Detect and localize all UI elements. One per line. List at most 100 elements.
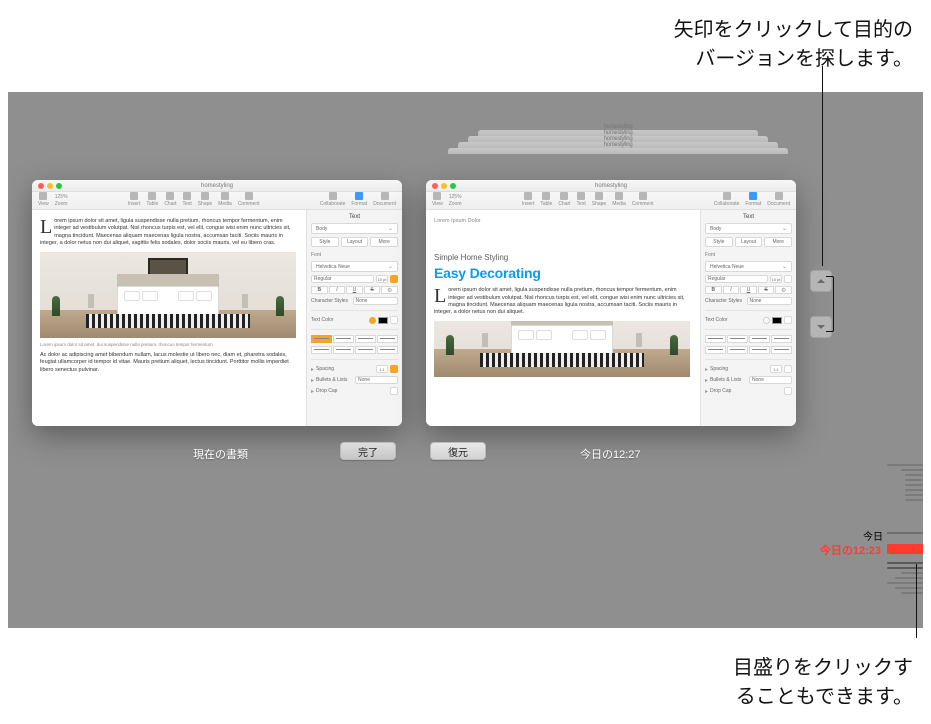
inspector-tab[interactable]: Text <box>311 214 398 220</box>
close-icon[interactable] <box>432 183 438 189</box>
inspector-tab[interactable]: Text <box>705 214 792 220</box>
underline-button[interactable]: U <box>740 286 757 294</box>
toolbar-format-button[interactable]: Format <box>745 192 761 207</box>
seg-more[interactable]: More <box>370 237 398 247</box>
align-left-button[interactable] <box>311 335 332 343</box>
seg-more[interactable]: More <box>764 237 792 247</box>
align-justify-button[interactable] <box>377 335 398 343</box>
align-right-button[interactable] <box>749 335 770 343</box>
align-middle-button[interactable] <box>377 346 398 354</box>
color-picker-button[interactable] <box>390 316 398 324</box>
toolbar-view-button[interactable]: View <box>38 192 49 207</box>
text-color-accent[interactable] <box>369 317 376 324</box>
style-options-button[interactable]: ⚙ <box>381 286 398 294</box>
strike-button[interactable]: S <box>758 286 775 294</box>
text-color-accent[interactable] <box>763 317 770 324</box>
indent-decrease-button[interactable] <box>311 346 332 354</box>
done-button[interactable]: 完了 <box>340 442 396 460</box>
spacing-field[interactable]: 1.1 <box>770 365 782 373</box>
toolbar-media-button[interactable]: Media <box>218 192 232 207</box>
seg-style[interactable]: Style <box>705 237 733 247</box>
toolbar-chart-button[interactable]: Chart <box>164 192 176 207</box>
seg-style[interactable]: Style <box>311 237 339 247</box>
close-icon[interactable] <box>38 183 44 189</box>
toolbar-insert-button[interactable]: Insert <box>128 192 141 207</box>
spacing-stepper[interactable] <box>784 365 792 373</box>
zoom-icon[interactable] <box>56 183 62 189</box>
timeline-tick[interactable] <box>901 572 923 574</box>
timeline-tick[interactable] <box>901 592 923 594</box>
timeline-tick[interactable] <box>887 532 923 534</box>
indent-increase-button[interactable] <box>333 346 354 354</box>
timeline-lower-ticks[interactable] <box>887 562 923 597</box>
strike-button[interactable]: S <box>364 286 381 294</box>
spacing-stepper[interactable] <box>390 365 398 373</box>
align-center-button[interactable] <box>333 335 354 343</box>
toolbar-text-button[interactable]: Text <box>577 192 586 207</box>
toolbar-chart-button[interactable]: Chart <box>558 192 570 207</box>
disclosure-icon[interactable]: ▸ <box>311 388 314 395</box>
italic-button[interactable]: I <box>329 286 346 294</box>
indent-increase-button[interactable] <box>727 346 748 354</box>
drop-cap-toggle[interactable] <box>390 387 398 395</box>
bullets-popup[interactable]: None <box>749 376 792 384</box>
restore-button[interactable]: 復元 <box>430 442 486 460</box>
timeline-tick[interactable] <box>895 577 923 579</box>
toolbar-table-button[interactable]: Table <box>540 192 552 207</box>
text-color-swatch[interactable] <box>378 317 388 324</box>
bullets-popup[interactable]: None <box>355 376 398 384</box>
toolbar-zoom-button[interactable]: 125%Zoom <box>55 194 68 207</box>
font-family-popup[interactable]: Helvetica Neue⌄ <box>705 261 792 272</box>
toolbar-table-button[interactable]: Table <box>146 192 158 207</box>
minimize-icon[interactable] <box>47 183 53 189</box>
font-size-field[interactable]: 10 pt <box>376 275 388 283</box>
toolbar-format-button[interactable]: Format <box>351 192 367 207</box>
toolbar-comment-button[interactable]: Comment <box>238 192 260 207</box>
align-top-button[interactable] <box>355 346 376 354</box>
window-controls[interactable] <box>432 183 456 189</box>
font-weight-popup[interactable]: Regular <box>311 275 374 283</box>
bold-button[interactable]: B <box>705 286 722 294</box>
align-right-button[interactable] <box>355 335 376 343</box>
disclosure-icon[interactable]: ▸ <box>311 366 314 373</box>
toolbar-comment-button[interactable]: Comment <box>632 192 654 207</box>
font-size-stepper[interactable] <box>784 275 792 283</box>
bold-button[interactable]: B <box>311 286 328 294</box>
italic-button[interactable]: I <box>723 286 740 294</box>
align-center-button[interactable] <box>727 335 748 343</box>
paragraph-style-popup[interactable]: Body⌄ <box>311 223 398 234</box>
char-styles-popup[interactable]: None <box>747 297 793 305</box>
color-picker-button[interactable] <box>784 316 792 324</box>
toolbar-insert-button[interactable]: Insert <box>522 192 535 207</box>
timeline-tick[interactable] <box>905 494 923 496</box>
toolbar-collaborate-button[interactable]: Collaborate <box>714 192 740 207</box>
timeline-tick[interactable] <box>887 464 923 466</box>
underline-button[interactable]: U <box>346 286 363 294</box>
indent-decrease-button[interactable] <box>705 346 726 354</box>
toolbar-media-button[interactable]: Media <box>612 192 626 207</box>
toolbar-text-button[interactable]: Text <box>183 192 192 207</box>
spacing-field[interactable]: 1.1 <box>376 365 388 373</box>
font-size-field[interactable]: 10 pt <box>770 275 782 283</box>
toolbar-collaborate-button[interactable]: Collaborate <box>320 192 346 207</box>
align-justify-button[interactable] <box>771 335 792 343</box>
minimize-icon[interactable] <box>441 183 447 189</box>
disclosure-icon[interactable]: ▸ <box>705 377 708 384</box>
timeline-tick[interactable] <box>905 474 923 476</box>
timeline-tick[interactable] <box>895 587 923 589</box>
font-size-stepper[interactable] <box>390 275 398 283</box>
toolbar-shape-button[interactable]: Shape <box>198 192 212 207</box>
font-family-popup[interactable]: Helvetica Neue⌄ <box>311 261 398 272</box>
font-weight-popup[interactable]: Regular <box>705 275 768 283</box>
window-controls[interactable] <box>38 183 62 189</box>
toolbar-view-button[interactable]: View <box>432 192 443 207</box>
paragraph-style-popup[interactable]: Body⌄ <box>705 223 792 234</box>
char-styles-popup[interactable]: None <box>353 297 399 305</box>
timeline-tick[interactable] <box>905 479 923 481</box>
seg-layout[interactable]: Layout <box>735 237 763 247</box>
text-color-swatch[interactable] <box>772 317 782 324</box>
timeline-upper-ticks[interactable] <box>865 464 923 504</box>
toolbar-shape-button[interactable]: Shape <box>592 192 606 207</box>
timeline-current-marker[interactable] <box>887 544 923 554</box>
disclosure-icon[interactable]: ▸ <box>705 366 708 373</box>
